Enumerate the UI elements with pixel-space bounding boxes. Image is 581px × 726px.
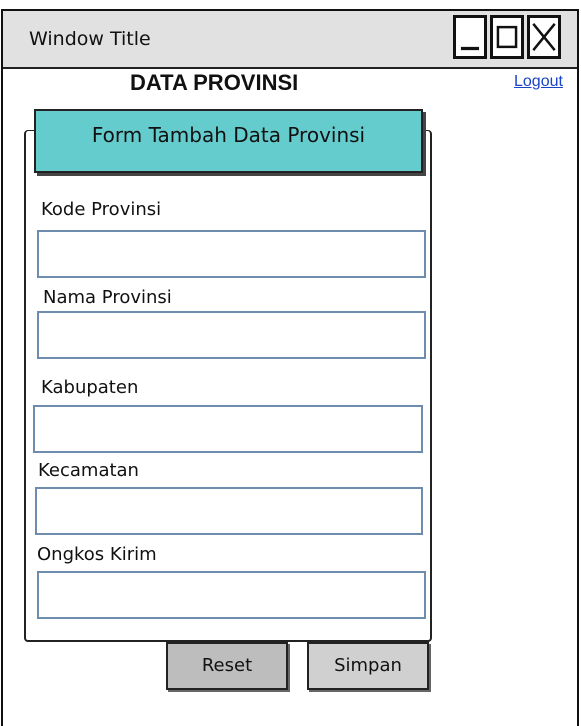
reset-button[interactable]: Reset xyxy=(166,642,288,690)
logout-link[interactable]: Logout xyxy=(514,73,563,91)
form-header: Form Tambah Data Provinsi xyxy=(34,109,423,173)
ongkos-kirim-input[interactable] xyxy=(37,571,426,619)
page-title: DATA PROVINSI xyxy=(130,70,299,95)
nama-provinsi-input[interactable] xyxy=(37,311,426,359)
kecamatan-label: Kecamatan xyxy=(38,460,139,481)
minimize-icon xyxy=(460,46,480,51)
close-button[interactable] xyxy=(527,15,561,59)
title-bar: Window Title xyxy=(3,11,577,69)
maximize-icon xyxy=(496,25,518,49)
minimize-button[interactable] xyxy=(453,15,487,59)
close-icon xyxy=(532,23,556,51)
kode-provinsi-input[interactable] xyxy=(37,230,426,278)
nama-provinsi-label: Nama Provinsi xyxy=(43,287,172,308)
kabupaten-label: Kabupaten xyxy=(41,377,139,398)
maximize-button[interactable] xyxy=(490,15,524,59)
ongkos-kirim-label: Ongkos Kirim xyxy=(37,544,157,565)
form-header-title: Form Tambah Data Provinsi xyxy=(91,123,366,147)
save-button[interactable]: Simpan xyxy=(307,642,429,690)
kabupaten-input[interactable] xyxy=(33,405,423,453)
kecamatan-input[interactable] xyxy=(35,487,423,535)
kode-provinsi-label: Kode Provinsi xyxy=(41,199,162,220)
window-title: Window Title xyxy=(29,28,151,50)
